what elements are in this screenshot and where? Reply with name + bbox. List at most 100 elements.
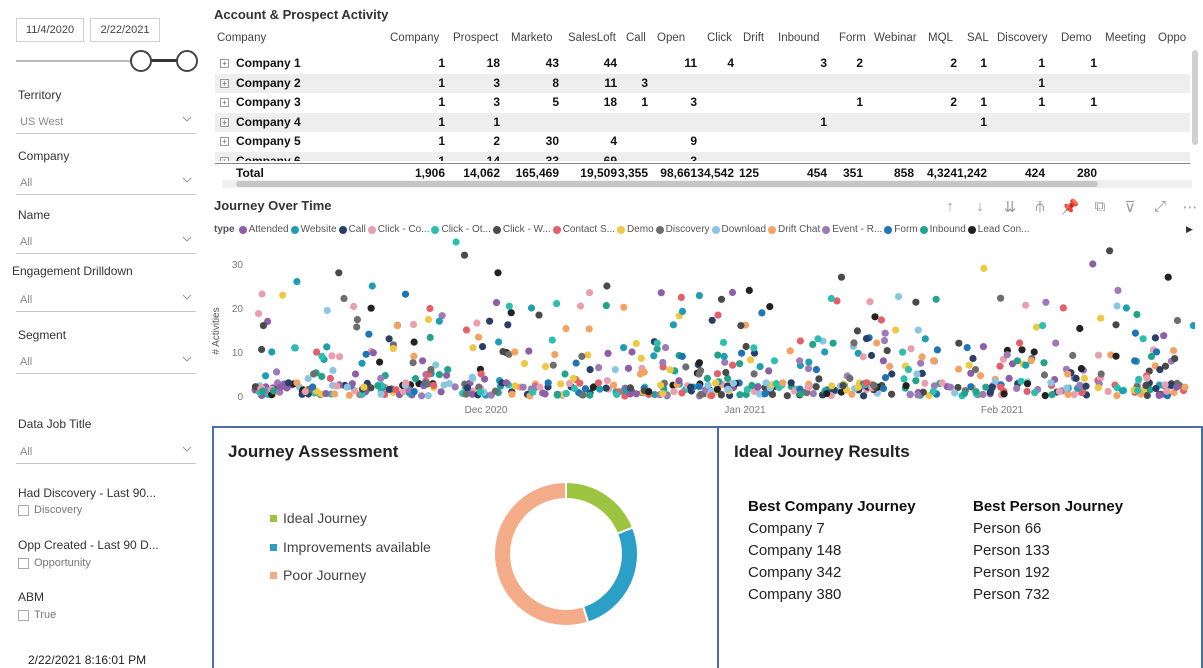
scatter-point[interactable] (969, 354, 977, 363)
scatter-point[interactable] (318, 352, 326, 360)
scatter-point[interactable] (796, 390, 805, 398)
scatter-point[interactable] (979, 343, 988, 351)
expand-icon[interactable]: + (220, 137, 229, 146)
scatter-point[interactable] (1013, 384, 1021, 392)
scatter-point[interactable] (756, 363, 764, 371)
scatter-point[interactable] (469, 374, 477, 382)
scatter-point[interactable] (768, 390, 777, 398)
scatter-point[interactable] (508, 390, 516, 398)
scatter-point[interactable] (335, 269, 343, 277)
scatter-point[interactable] (505, 302, 513, 310)
scatter-point[interactable] (938, 379, 946, 387)
scatter-point[interactable] (1147, 352, 1156, 360)
scatter-point[interactable] (917, 359, 925, 367)
scatter-point[interactable] (1064, 390, 1072, 398)
scatter-point[interactable] (729, 379, 738, 387)
legend-item[interactable]: Drift Chat (768, 224, 820, 235)
column-header[interactable]: SalesLoft (568, 32, 616, 44)
column-header[interactable]: Webinar (874, 32, 917, 44)
scatter-point[interactable] (478, 343, 487, 351)
company-dropdown[interactable]: All (16, 171, 196, 195)
scatter-point[interactable] (828, 382, 836, 390)
column-header[interactable]: Form (839, 32, 866, 44)
scatter-point[interactable] (262, 372, 270, 380)
scatter-point[interactable] (650, 352, 658, 360)
scatter-point[interactable] (717, 391, 725, 399)
scatter-point[interactable] (738, 349, 746, 357)
date-end-input[interactable]: 2/22/2021 (90, 18, 160, 42)
scatter-point[interactable] (602, 384, 610, 392)
scatter-point[interactable] (1003, 351, 1011, 359)
scatter-point[interactable] (899, 348, 907, 356)
scatter-point[interactable] (385, 385, 393, 394)
scatter-point[interactable] (921, 379, 929, 387)
scatter-point[interactable] (804, 383, 812, 391)
scatter-point[interactable] (728, 288, 737, 297)
scatter-point[interactable] (419, 357, 427, 365)
scatter-point[interactable] (750, 344, 758, 352)
scatter-point[interactable] (996, 362, 1004, 370)
scatter-point[interactable] (1055, 388, 1063, 396)
scatter-point[interactable] (707, 392, 716, 400)
scatter-point[interactable] (463, 384, 471, 392)
scatter-point[interactable] (318, 372, 326, 381)
scatter-point[interactable] (578, 352, 586, 360)
scatter-point[interactable] (603, 377, 611, 385)
scatter-point[interactable] (258, 345, 266, 354)
scatter-point[interactable] (562, 389, 570, 398)
scatter-point[interactable] (1059, 304, 1067, 312)
scatter-point[interactable] (713, 370, 722, 378)
scatter-point[interactable] (270, 387, 278, 395)
scatter-point[interactable] (682, 363, 690, 371)
scatter-point[interactable] (343, 383, 351, 391)
scatter-point[interactable] (367, 384, 375, 392)
scatter-point[interactable] (323, 343, 331, 351)
scatter-point[interactable] (1139, 335, 1147, 343)
scatter-point[interactable] (637, 354, 645, 362)
scatter-point[interactable] (839, 382, 847, 390)
scatter-point[interactable] (553, 391, 561, 399)
scatter-point[interactable] (541, 390, 549, 398)
scatter-point[interactable] (675, 377, 683, 385)
scatter-point[interactable] (1022, 301, 1030, 309)
scatter-point[interactable] (902, 382, 910, 390)
scatter-point[interactable] (720, 352, 728, 360)
scatter-point[interactable] (310, 370, 318, 378)
scatter-point[interactable] (529, 388, 537, 396)
scatter-point[interactable] (1152, 384, 1160, 393)
scatter-point[interactable] (765, 367, 773, 375)
scatter-point[interactable] (866, 298, 874, 306)
filter-icon[interactable]: ⊽ (1120, 198, 1140, 216)
expand-icon[interactable]: + (220, 117, 229, 127)
scatter-point[interactable] (293, 278, 301, 286)
scatter-point[interactable] (1069, 351, 1077, 360)
scatter-point[interactable] (812, 383, 820, 391)
scatter-point[interactable] (736, 391, 744, 399)
scatter-point[interactable] (520, 360, 529, 368)
scatter-point[interactable] (410, 388, 418, 396)
abm-checkbox-row[interactable]: True (18, 609, 56, 621)
scatter-point[interactable] (787, 379, 795, 387)
scatter-point[interactable] (254, 310, 263, 318)
scatter-point[interactable] (604, 349, 612, 357)
scatter-point[interactable] (561, 370, 569, 378)
scatter-point[interactable] (766, 303, 774, 311)
abm-checkbox[interactable] (18, 609, 29, 621)
expand-icon[interactable]: + (220, 98, 229, 107)
scatter-point[interactable] (435, 317, 443, 325)
scatter-point[interactable] (426, 333, 434, 342)
donut-slice[interactable] (565, 480, 635, 536)
scatter-point[interactable] (424, 392, 432, 400)
scatter-point[interactable] (620, 344, 628, 352)
legend-item[interactable]: Click - W... (492, 224, 551, 235)
scatter-point[interactable] (827, 294, 836, 303)
expand-icon[interactable]: + (220, 156, 229, 161)
scatter-point[interactable] (473, 319, 481, 327)
scatter-point[interactable] (1013, 357, 1022, 365)
scatter-point[interactable] (1017, 377, 1025, 385)
expand-hierarchy-icon[interactable]: ⫚ (1030, 198, 1050, 216)
scatter-point[interactable] (870, 381, 878, 389)
scatter-point[interactable] (881, 329, 889, 337)
scatter-point[interactable] (362, 350, 370, 358)
scatter-point[interactable] (345, 391, 353, 399)
